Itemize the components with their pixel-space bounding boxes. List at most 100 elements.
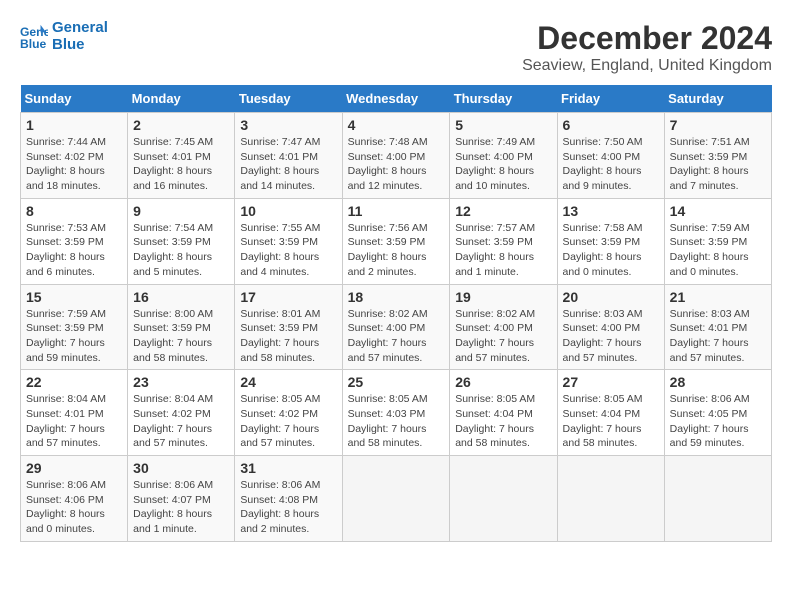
- day-number: 5: [455, 117, 551, 133]
- title-area: December 2024 Seaview, England, United K…: [522, 20, 772, 75]
- calendar-cell: 9 Sunrise: 7:54 AMSunset: 3:59 PMDaylight…: [128, 198, 235, 284]
- day-number: 26: [455, 374, 551, 390]
- day-info: Sunrise: 8:05 AMSunset: 4:04 PMDaylight:…: [563, 392, 659, 451]
- calendar-cell: 24 Sunrise: 8:05 AMSunset: 4:02 PMDayligh…: [235, 370, 342, 456]
- day-number: 9: [133, 203, 229, 219]
- weekday-header-monday: Monday: [128, 85, 235, 113]
- day-number: 23: [133, 374, 229, 390]
- day-info: Sunrise: 7:51 AMSunset: 3:59 PMDaylight:…: [670, 135, 766, 194]
- calendar-cell: 3Sunrise: 7:47 AMSunset: 4:01 PMDaylight…: [235, 113, 342, 199]
- day-info: Sunrise: 8:04 AMSunset: 4:02 PMDaylight:…: [133, 392, 229, 451]
- calendar-cell: [664, 456, 771, 542]
- calendar-cell: 10 Sunrise: 7:55 AMSunset: 3:59 PMDayligh…: [235, 198, 342, 284]
- day-number: 19: [455, 289, 551, 305]
- calendar-cell: 1 Sunrise: 7:44 AMSunset: 4:02 PMDaylight…: [21, 113, 128, 199]
- calendar-cell: 18 Sunrise: 8:02 AMSunset: 4:00 PMDayligh…: [342, 284, 450, 370]
- weekday-header-thursday: Thursday: [450, 85, 557, 113]
- day-info: Sunrise: 7:56 AMSunset: 3:59 PMDaylight:…: [348, 221, 445, 280]
- calendar-cell: [342, 456, 450, 542]
- day-info: Sunrise: 8:06 AMSunset: 4:07 PMDaylight:…: [133, 478, 229, 537]
- logo-icon: General Blue: [20, 23, 48, 51]
- day-number: 30: [133, 460, 229, 476]
- day-info: Sunrise: 8:05 AMSunset: 4:03 PMDaylight:…: [348, 392, 445, 451]
- day-number: 14: [670, 203, 766, 219]
- day-info: Sunrise: 7:59 AMSunset: 3:59 PMDaylight:…: [26, 307, 122, 366]
- calendar-cell: [557, 456, 664, 542]
- day-info: Sunrise: 8:06 AMSunset: 4:05 PMDaylight:…: [670, 392, 766, 451]
- calendar-cell: 5Sunrise: 7:49 AMSunset: 4:00 PMDaylight…: [450, 113, 557, 199]
- calendar-cell: 19 Sunrise: 8:02 AMSunset: 4:00 PMDayligh…: [450, 284, 557, 370]
- day-info: Sunrise: 8:02 AMSunset: 4:00 PMDaylight:…: [348, 307, 445, 366]
- calendar-cell: 11 Sunrise: 7:56 AMSunset: 3:59 PMDayligh…: [342, 198, 450, 284]
- day-info: Sunrise: 8:03 AMSunset: 4:01 PMDaylight:…: [670, 307, 766, 366]
- day-number: 24: [240, 374, 336, 390]
- day-number: 7: [670, 117, 766, 133]
- calendar-cell: 20Sunrise: 8:03 AMSunset: 4:00 PMDayligh…: [557, 284, 664, 370]
- day-number: 16: [133, 289, 229, 305]
- day-number: 1: [26, 117, 122, 133]
- day-info: Sunrise: 8:00 AMSunset: 3:59 PMDaylight:…: [133, 307, 229, 366]
- day-info: Sunrise: 8:05 AMSunset: 4:02 PMDaylight:…: [240, 392, 336, 451]
- day-number: 17: [240, 289, 336, 305]
- day-number: 27: [563, 374, 659, 390]
- calendar-cell: 22Sunrise: 8:04 AMSunset: 4:01 PMDayligh…: [21, 370, 128, 456]
- day-number: 15: [26, 289, 122, 305]
- calendar-cell: 7 Sunrise: 7:51 AMSunset: 3:59 PMDaylight…: [664, 113, 771, 199]
- day-info: Sunrise: 8:04 AMSunset: 4:01 PMDaylight:…: [26, 392, 122, 451]
- calendar-cell: 25 Sunrise: 8:05 AMSunset: 4:03 PMDayligh…: [342, 370, 450, 456]
- day-info: Sunrise: 7:44 AMSunset: 4:02 PMDaylight:…: [26, 135, 122, 194]
- day-number: 10: [240, 203, 336, 219]
- month-title: December 2024: [522, 20, 772, 57]
- day-number: 21: [670, 289, 766, 305]
- day-info: Sunrise: 8:03 AMSunset: 4:00 PMDaylight:…: [563, 307, 659, 366]
- weekday-header-tuesday: Tuesday: [235, 85, 342, 113]
- calendar-cell: 14 Sunrise: 7:59 AMSunset: 3:59 PMDayligh…: [664, 198, 771, 284]
- day-info: Sunrise: 8:05 AMSunset: 4:04 PMDaylight:…: [455, 392, 551, 451]
- day-info: Sunrise: 7:45 AMSunset: 4:01 PMDaylight:…: [133, 135, 229, 194]
- day-number: 18: [348, 289, 445, 305]
- logo-line1: General: [52, 20, 108, 37]
- day-number: 28: [670, 374, 766, 390]
- logo-line2: Blue: [52, 37, 108, 54]
- calendar-cell: 4 Sunrise: 7:48 AMSunset: 4:00 PMDaylight…: [342, 113, 450, 199]
- weekday-header-friday: Friday: [557, 85, 664, 113]
- day-number: 25: [348, 374, 445, 390]
- day-info: Sunrise: 7:59 AMSunset: 3:59 PMDaylight:…: [670, 221, 766, 280]
- calendar-cell: 6Sunrise: 7:50 AMSunset: 4:00 PMDaylight…: [557, 113, 664, 199]
- day-number: 12: [455, 203, 551, 219]
- calendar-table: SundayMondayTuesdayWednesdayThursdayFrid…: [20, 85, 772, 542]
- day-info: Sunrise: 8:06 AMSunset: 4:06 PMDaylight:…: [26, 478, 122, 537]
- calendar-cell: 8 Sunrise: 7:53 AMSunset: 3:59 PMDaylight…: [21, 198, 128, 284]
- day-info: Sunrise: 7:50 AMSunset: 4:00 PMDaylight:…: [563, 135, 659, 194]
- day-info: Sunrise: 7:55 AMSunset: 3:59 PMDaylight:…: [240, 221, 336, 280]
- location-title: Seaview, England, United Kingdom: [522, 57, 772, 75]
- day-number: 2: [133, 117, 229, 133]
- day-info: Sunrise: 8:06 AMSunset: 4:08 PMDaylight:…: [240, 478, 336, 537]
- calendar-cell: 16 Sunrise: 8:00 AMSunset: 3:59 PMDayligh…: [128, 284, 235, 370]
- calendar-cell: 23 Sunrise: 8:04 AMSunset: 4:02 PMDayligh…: [128, 370, 235, 456]
- day-number: 11: [348, 203, 445, 219]
- weekday-header-sunday: Sunday: [21, 85, 128, 113]
- calendar-cell: 12 Sunrise: 7:57 AMSunset: 3:59 PMDayligh…: [450, 198, 557, 284]
- weekday-header-wednesday: Wednesday: [342, 85, 450, 113]
- day-info: Sunrise: 7:47 AMSunset: 4:01 PMDaylight:…: [240, 135, 336, 194]
- calendar-cell: 30 Sunrise: 8:06 AMSunset: 4:07 PMDayligh…: [128, 456, 235, 542]
- calendar-cell: 28 Sunrise: 8:06 AMSunset: 4:05 PMDayligh…: [664, 370, 771, 456]
- logo: General Blue General Blue: [20, 20, 108, 53]
- calendar-cell: 13Sunrise: 7:58 AMSunset: 3:59 PMDayligh…: [557, 198, 664, 284]
- calendar-cell: 17 Sunrise: 8:01 AMSunset: 3:59 PMDayligh…: [235, 284, 342, 370]
- day-info: Sunrise: 7:53 AMSunset: 3:59 PMDaylight:…: [26, 221, 122, 280]
- day-number: 29: [26, 460, 122, 476]
- day-info: Sunrise: 8:02 AMSunset: 4:00 PMDaylight:…: [455, 307, 551, 366]
- day-number: 31: [240, 460, 336, 476]
- day-number: 13: [563, 203, 659, 219]
- day-info: Sunrise: 8:01 AMSunset: 3:59 PMDaylight:…: [240, 307, 336, 366]
- calendar-cell: 21 Sunrise: 8:03 AMSunset: 4:01 PMDayligh…: [664, 284, 771, 370]
- calendar-cell: 27 Sunrise: 8:05 AMSunset: 4:04 PMDayligh…: [557, 370, 664, 456]
- day-info: Sunrise: 7:57 AMSunset: 3:59 PMDaylight:…: [455, 221, 551, 280]
- day-number: 8: [26, 203, 122, 219]
- calendar-cell: 15 Sunrise: 7:59 AMSunset: 3:59 PMDayligh…: [21, 284, 128, 370]
- day-number: 4: [348, 117, 445, 133]
- day-info: Sunrise: 7:54 AMSunset: 3:59 PMDaylight:…: [133, 221, 229, 280]
- day-info: Sunrise: 7:48 AMSunset: 4:00 PMDaylight:…: [348, 135, 445, 194]
